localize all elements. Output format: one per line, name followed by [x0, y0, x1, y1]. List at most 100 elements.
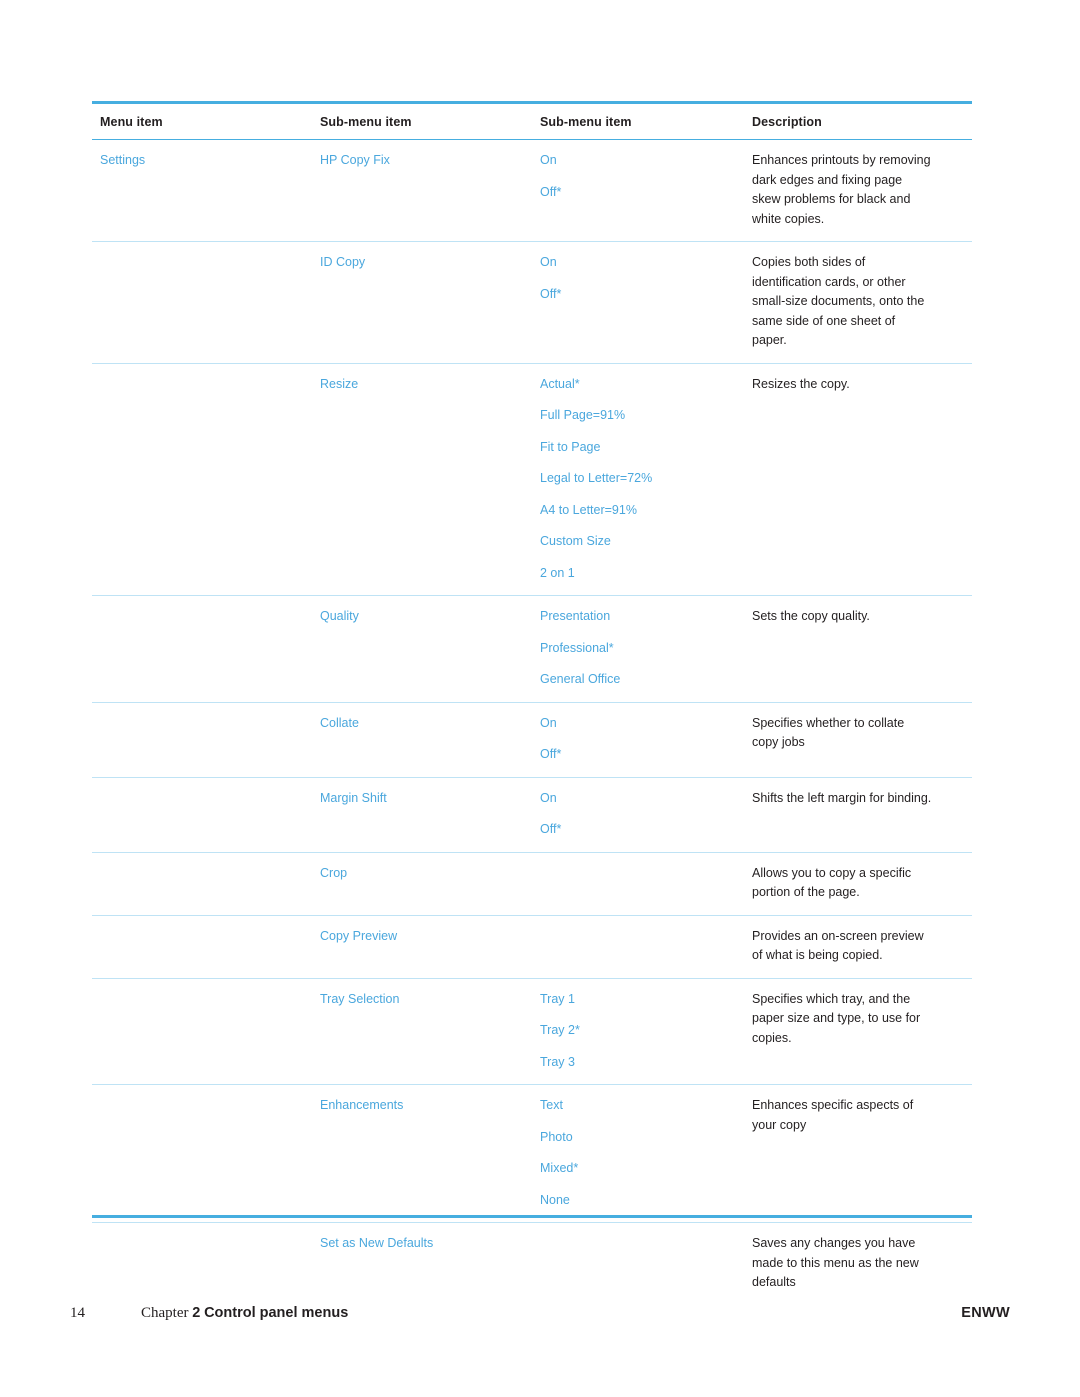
column-header-sub-menu-item-2: Sub-menu item: [532, 101, 744, 140]
sub-menu-option: Photo: [540, 1129, 573, 1144]
cell-sub-menu-item-1: Tray Selection: [312, 978, 532, 1085]
sub-menu-option: Text: [540, 1098, 563, 1112]
description-line: Resizes the copy.: [752, 376, 850, 391]
description-line: Allows you to copy a specific: [752, 865, 912, 880]
footer-chapter-word: Chapter: [141, 1305, 189, 1321]
sub-menu-option: None: [540, 1192, 570, 1207]
sub-menu-option: Actual*: [540, 376, 580, 391]
footer-imprint: ENWW: [961, 1305, 1010, 1321]
description-line: your copy: [752, 1117, 807, 1132]
cell-menu-item: [92, 595, 312, 703]
page-footer: 14 Chapter 2 Control panel menus ENWW: [0, 1305, 1080, 1335]
sub-menu-item-label: ID Copy: [320, 255, 366, 269]
table-header: Menu item Sub-menu item Sub-menu item De…: [92, 101, 972, 140]
sub-menu-option: On: [540, 255, 557, 269]
sub-menu-option: Tray 1: [540, 991, 575, 1006]
description-line: Specifies which tray, and the: [752, 991, 911, 1006]
sub-menu-item-label: Margin Shift: [320, 790, 387, 805]
cell-sub-menu-item-2: [532, 1223, 744, 1305]
cell-description: Enhances printouts by removing dark edges…: [744, 139, 972, 242]
sub-menu-option: Tray 2*: [540, 1023, 580, 1037]
cell-sub-menu-item-2: On Off*: [532, 139, 744, 242]
cell-sub-menu-item-1: Set as New Defaults: [312, 1223, 532, 1305]
footer-chapter-number: 2: [192, 1305, 201, 1321]
description-line: of what is being copied.: [752, 948, 883, 962]
table-row: Quality Presentation Professional* General …: [92, 595, 972, 703]
cell-menu-item: [92, 777, 312, 853]
cell-sub-menu-item-2: On Off*: [532, 777, 744, 853]
table-header-row: Menu item Sub-menu item Sub-menu item De…: [92, 101, 972, 140]
description-line: Enhances printouts by removing: [752, 153, 931, 167]
table-row: ID Copy On Off* Copies both sides of identif…: [92, 241, 972, 364]
description-line: Enhances specific aspects of: [752, 1098, 914, 1112]
footer-chapter-title: Control panel menus: [204, 1305, 349, 1321]
cell-description: Provides an on-screen preview of what is …: [744, 915, 972, 979]
table-row: Collate On Off* Specifies whether to collat…: [92, 702, 972, 778]
description-line: Specifies whether to collate: [752, 715, 905, 730]
description-line: white copies.: [752, 211, 825, 226]
description-line: made to this menu as the new: [752, 1255, 919, 1270]
cell-description: Sets the copy quality.: [744, 595, 972, 703]
sub-menu-item-label: Quality: [320, 609, 359, 623]
cell-sub-menu-item-2: On Off*: [532, 702, 744, 778]
cell-sub-menu-item-1: Resize: [312, 363, 532, 596]
description-line: Sets the copy quality.: [752, 609, 870, 623]
sub-menu-item-label: Collate: [320, 715, 359, 730]
cell-sub-menu-item-1: Quality: [312, 595, 532, 703]
description-line: Copies both sides of: [752, 255, 866, 269]
sub-menu-item-label: Set as New Defaults: [320, 1236, 434, 1250]
sub-menu-option: Off*: [540, 286, 562, 301]
table-bottom-rule: [92, 1215, 972, 1218]
menu-item-label: Settings: [100, 153, 146, 167]
sub-menu-option: On: [540, 153, 557, 167]
sub-menu-item-label: Crop: [320, 865, 348, 880]
cell-menu-item: [92, 702, 312, 778]
cell-description: Specifies whether to collate copy jobs: [744, 702, 972, 778]
sub-menu-option: Professional*: [540, 640, 614, 655]
sub-menu-option: Fit to Page: [540, 439, 601, 454]
sub-menu-option: Off*: [540, 822, 562, 836]
menu-table-container: Menu item Sub-menu item Sub-menu item De…: [92, 101, 972, 1305]
cell-description: Enhances specific aspects of your copy: [744, 1084, 972, 1223]
table-row: Set as New Defaults Saves any changes you…: [92, 1223, 972, 1305]
sub-menu-option: 2 on 1: [540, 565, 575, 580]
description-line: Saves any changes you have: [752, 1236, 916, 1250]
cell-sub-menu-item-2: On Off*: [532, 241, 744, 364]
cell-sub-menu-item-1: Enhancements: [312, 1084, 532, 1223]
sub-menu-item-label: Enhancements: [320, 1098, 404, 1112]
table-row: Copy Preview Provides an on-screen previe…: [92, 915, 972, 979]
description-line: skew problems for black and: [752, 192, 911, 206]
description-line: same side of one sheet of: [752, 313, 896, 328]
cell-sub-menu-item-1: Copy Preview: [312, 915, 532, 979]
sub-menu-option: Off*: [540, 747, 562, 761]
cell-menu-item: [92, 241, 312, 364]
sub-menu-option: Tray 3: [540, 1054, 575, 1069]
cell-menu-item: [92, 915, 312, 979]
cell-sub-menu-item-1: Crop: [312, 852, 532, 916]
sub-menu-option: A4 to Letter=91%: [540, 502, 637, 517]
cell-description: Resizes the copy.: [744, 363, 972, 596]
sub-menu-item-label: Copy Preview: [320, 928, 398, 943]
cell-sub-menu-item-1: HP Copy Fix: [312, 139, 532, 242]
description-line: Provides an on-screen preview: [752, 928, 924, 943]
cell-sub-menu-item-1: Collate: [312, 702, 532, 778]
cell-description: Saves any changes you have made to this m…: [744, 1223, 972, 1305]
sub-menu-option: Presentation: [540, 609, 611, 623]
footer-page-number: 14: [70, 1305, 85, 1321]
table-row: Tray Selection Tray 1 Tray 2* Tray 3 Specifi…: [92, 978, 972, 1085]
sub-menu-option: Off*: [540, 184, 562, 199]
cell-sub-menu-item-2: [532, 915, 744, 979]
sub-menu-option: On: [540, 715, 557, 730]
description-line: identification cards, or other: [752, 274, 906, 289]
cell-sub-menu-item-2: Presentation Professional* General Office: [532, 595, 744, 703]
column-header-sub-menu-item-1: Sub-menu item: [312, 101, 532, 140]
cell-menu-item: Settings: [92, 139, 312, 242]
cell-menu-item: [92, 978, 312, 1085]
description-line: portion of the page.: [752, 885, 860, 899]
description-line: copy jobs: [752, 735, 805, 749]
table-body: Settings HP Copy Fix On Off* Enhances printo…: [92, 139, 972, 1305]
table-row: Crop Allows you to copy a specific portion…: [92, 852, 972, 916]
description-line: Shifts the left margin for binding.: [752, 790, 932, 805]
footer-chapter: Chapter 2 Control panel menus: [141, 1305, 348, 1322]
column-header-menu-item: Menu item: [92, 101, 312, 140]
